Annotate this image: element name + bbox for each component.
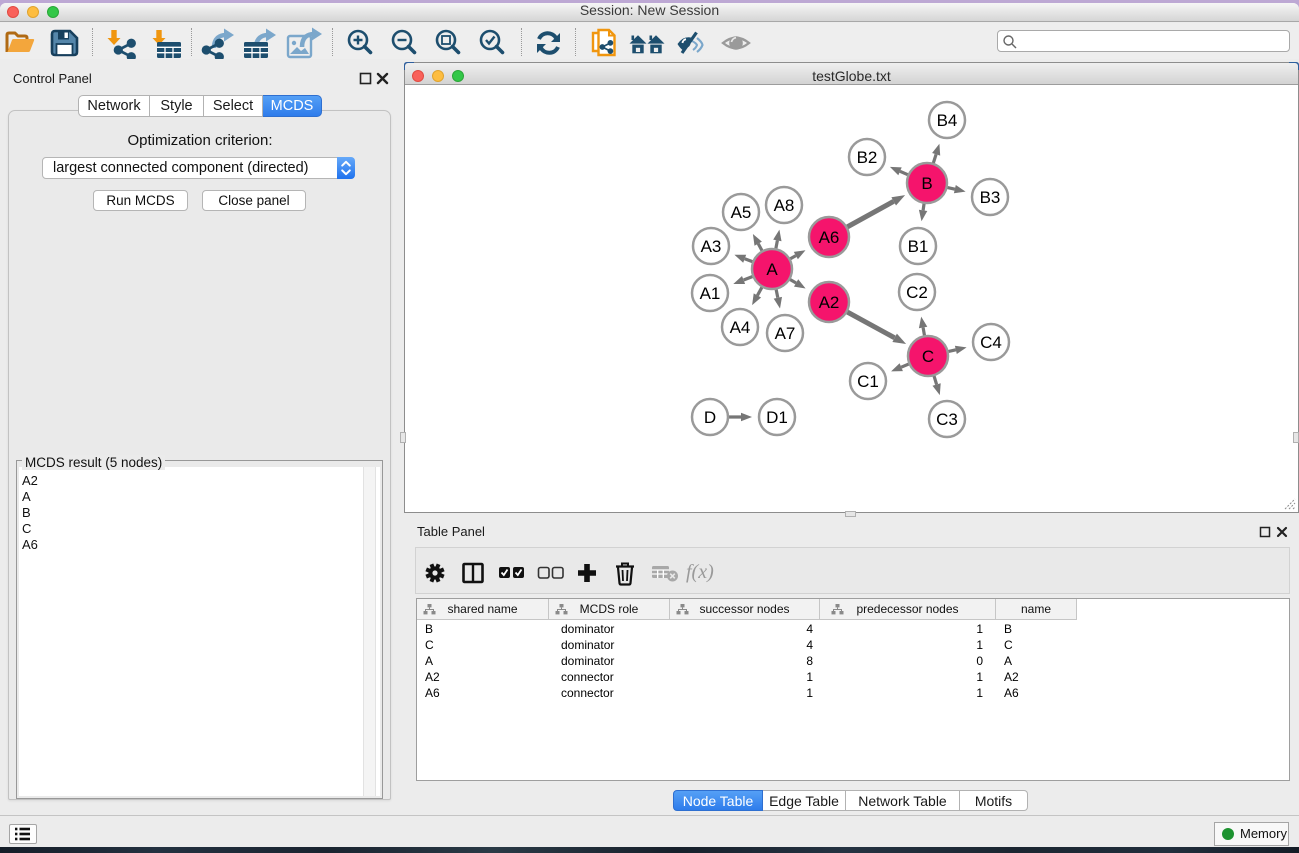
svg-text:A3: A3 <box>701 237 722 256</box>
svg-text:B: B <box>921 174 932 193</box>
svg-text:A: A <box>766 260 778 279</box>
svg-text:C: C <box>922 347 934 366</box>
svg-text:A6: A6 <box>819 228 840 247</box>
svg-text:A5: A5 <box>731 203 752 222</box>
svg-text:D: D <box>704 408 716 427</box>
svg-text:C1: C1 <box>857 372 879 391</box>
svg-text:D1: D1 <box>766 408 788 427</box>
svg-text:C3: C3 <box>936 410 958 429</box>
svg-text:B2: B2 <box>857 148 878 167</box>
svg-text:C4: C4 <box>980 333 1002 352</box>
svg-text:B4: B4 <box>937 111 958 130</box>
svg-text:A1: A1 <box>700 284 721 303</box>
svg-text:A4: A4 <box>730 318 751 337</box>
svg-text:B1: B1 <box>908 237 929 256</box>
svg-text:A8: A8 <box>774 196 795 215</box>
svg-text:C2: C2 <box>906 283 928 302</box>
svg-text:A7: A7 <box>775 324 796 343</box>
svg-text:A2: A2 <box>819 293 840 312</box>
svg-text:B3: B3 <box>980 188 1001 207</box>
